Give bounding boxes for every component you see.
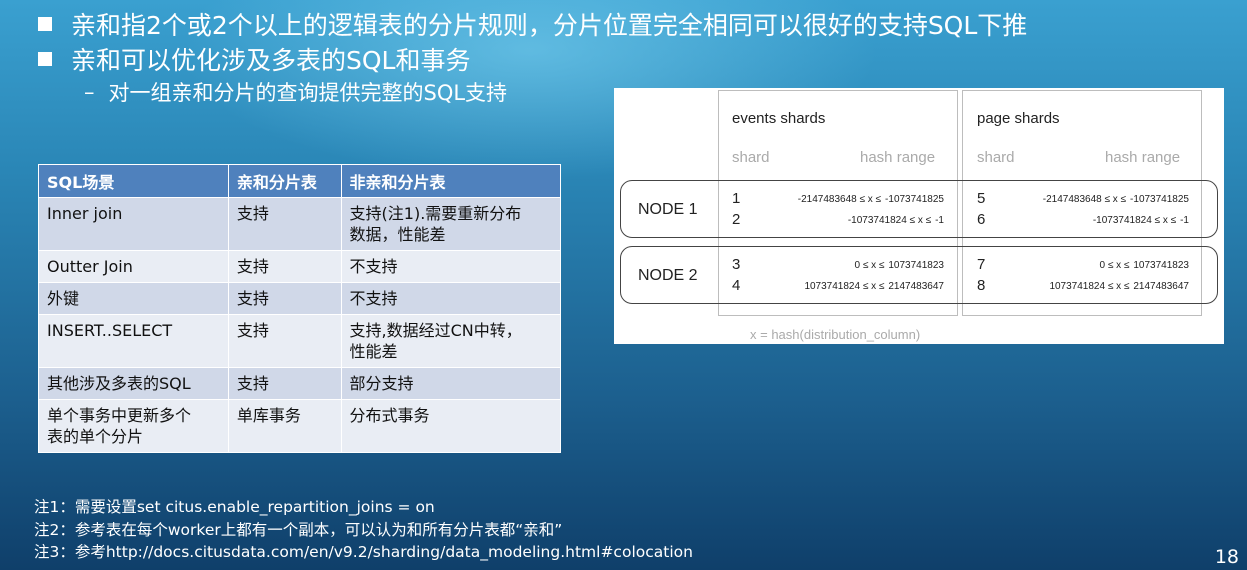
table-cell: 单库事务 [227, 399, 342, 453]
comparison-table: SQL场景 亲和分片表 非亲和分片表 Inner join 支持 支持(注1).需要… [38, 164, 562, 453]
hash-range-upper: 1073741823 [888, 260, 944, 271]
table-cell: INSERT..SELECT [38, 314, 229, 368]
node-label: NODE 1 [638, 201, 698, 218]
page-shard-header: shard [977, 149, 1015, 166]
hash-range-lower: 1073741824 ≤ x ≤ [804, 281, 885, 292]
hash-range-lower: 0 ≤ x ≤ [1099, 260, 1130, 271]
table-cell: Outter Join [38, 250, 229, 283]
table-cell: 支持 [227, 282, 342, 315]
hash-range-lower: -1073741824 ≤ x ≤ [847, 215, 932, 226]
table-row: 单个事务中更新多个 表的单个分片 单库事务 分布式事务 [38, 399, 562, 453]
table-cell: 支持 [227, 250, 342, 283]
table-cell: 支持 [227, 367, 342, 400]
sub-bullet-dash: – [84, 80, 95, 104]
page-shards-title: page shards [977, 110, 1060, 127]
table-cell: 部分支持 [340, 367, 562, 400]
footnote-3: 注3：参考http://docs.citusdata.com/en/v9.2/s… [34, 543, 693, 561]
node-box [620, 246, 1218, 304]
table-header-cell: SQL场景 [38, 164, 229, 198]
node-label: NODE 2 [638, 267, 698, 284]
table-cell: 不支持 [340, 250, 562, 283]
table-row: 其他涉及多表的SQL 支持 部分支持 [38, 367, 562, 400]
hash-formula: x = hash(distribution_column) [750, 327, 921, 342]
table-row: INSERT..SELECT 支持 支持,数据经过CN中转， 性能差 [38, 314, 562, 368]
page-number: 18 [1214, 546, 1239, 568]
bullet-2: 亲和可以优化涉及多表的SQL和事务 [38, 41, 470, 77]
node-box [620, 180, 1218, 238]
hash-range-lower: -1073741824 ≤ x ≤ [1092, 215, 1177, 226]
hash-range-upper: 2147483647 [1133, 281, 1189, 292]
table-cell: 其他涉及多表的SQL [38, 367, 229, 400]
table-cell: 单个事务中更新多个 表的单个分片 [38, 399, 229, 453]
table-cell: 支持(注1).需要重新分布 数据，性能差 [340, 197, 562, 251]
shard-number: 7 [977, 256, 986, 273]
table-cell: 支持,数据经过CN中转， 性能差 [340, 314, 562, 368]
hash-range-lower: 1073741824 ≤ x ≤ [1049, 281, 1130, 292]
footnote-2: 注2：参考表在每个worker上都有一个副本，可以认为和所有分片表都“亲和” [34, 520, 563, 539]
bullet-2-text: 亲和可以优化涉及多表的SQL和事务 [71, 46, 471, 75]
hash-range-upper: -1 [1180, 215, 1189, 226]
table-cell: Inner join [38, 197, 229, 251]
hash-range-upper: 2147483647 [888, 281, 944, 292]
footnote-1: 注1：需要设置set citus.enable_repartition_join… [34, 498, 435, 516]
table-row: 外键 支持 不支持 [38, 282, 562, 315]
bullet-1-text: 亲和指2个或2个以上的逻辑表的分片规则，分片位置完全相同可以很好的支持SQL下推 [71, 11, 1028, 40]
table-header-cell: 非亲和分片表 [340, 164, 562, 198]
footnotes: 注1：需要设置set citus.enable_repartition_join… [34, 496, 693, 564]
table-cell: 外键 [38, 282, 229, 315]
shard-number: 5 [977, 190, 986, 207]
hash-range-lower: -2147483648 ≤ x ≤ [797, 194, 882, 205]
hash-range-upper: 1073741823 [1133, 260, 1189, 271]
shard-number: 3 [732, 256, 741, 273]
hash-range-upper: -1073741825 [1130, 194, 1189, 205]
shard-number: 1 [732, 190, 741, 207]
table-row: Outter Join 支持 不支持 [38, 250, 562, 283]
page-range-header: hash range [1105, 149, 1181, 166]
shard-number: 6 [977, 211, 986, 228]
sub-bullet-text: 对一组亲和分片的查询提供完整的SQL支持 [108, 81, 508, 105]
events-shard-header: shard [732, 149, 770, 166]
shard-number: 8 [977, 277, 986, 294]
table-cell: 支持 [227, 197, 342, 251]
hash-range-upper: -1 [935, 215, 944, 226]
events-range-header: hash range [860, 149, 936, 166]
square-bullet-icon [38, 52, 52, 66]
table-cell: 分布式事务 [340, 399, 562, 453]
hash-range-lower: -2147483648 ≤ x ≤ [1042, 194, 1127, 205]
table-cell: 支持 [227, 314, 342, 368]
hash-range-lower: 0 ≤ x ≤ [854, 260, 885, 271]
shard-diagram: events shards shard hash range page shar… [614, 88, 1224, 344]
events-shards-title: events shards [732, 110, 826, 127]
table-header-row: SQL场景 亲和分片表 非亲和分片表 [38, 164, 562, 198]
table-row: Inner join 支持 支持(注1).需要重新分布 数据，性能差 [38, 197, 562, 251]
square-bullet-icon [38, 17, 52, 31]
sub-bullet: – 对一组亲和分片的查询提供完整的SQL支持 [84, 77, 507, 107]
shard-number: 2 [732, 211, 741, 228]
bullet-1: 亲和指2个或2个以上的逻辑表的分片规则，分片位置完全相同可以很好的支持SQL下推 [38, 6, 1027, 42]
shard-number: 4 [732, 277, 741, 294]
table-cell: 不支持 [340, 282, 562, 315]
hash-range-upper: -1073741825 [885, 194, 944, 205]
table-header-cell: 亲和分片表 [227, 164, 342, 198]
